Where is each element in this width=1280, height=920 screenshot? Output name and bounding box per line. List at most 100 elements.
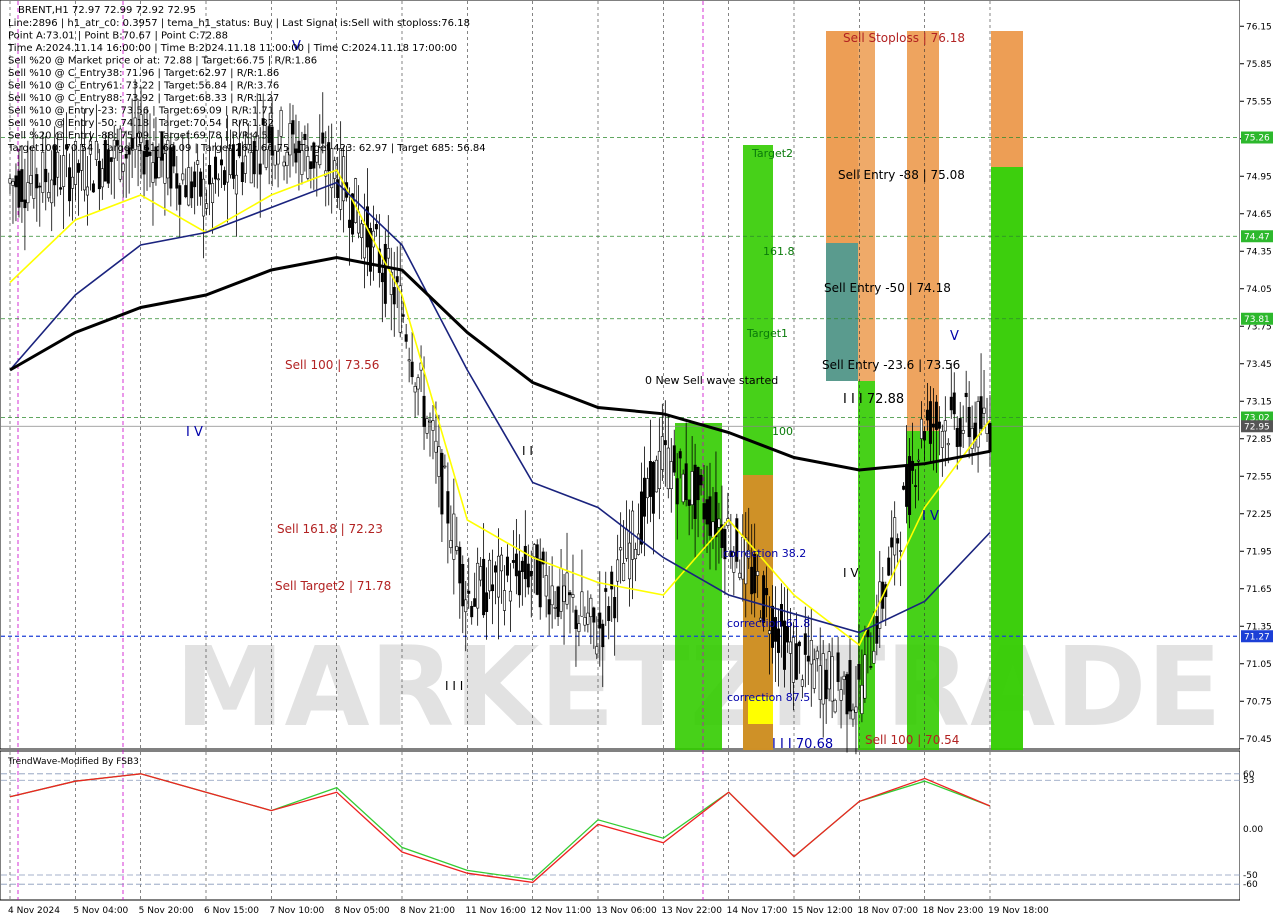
price-tick-label: 72.55: [1246, 472, 1272, 482]
info-line: Sell %20 @ Entry -88: 75.09 | Target:69.…: [8, 131, 274, 142]
price-tick-label: 72.25: [1246, 510, 1272, 520]
candle-body: [529, 570, 533, 577]
candle-body: [830, 656, 834, 702]
candle-body: [142, 151, 146, 175]
candle-body: [893, 517, 897, 556]
candle-body: [922, 431, 926, 441]
candle-body: [407, 359, 411, 362]
candle-body: [586, 612, 590, 625]
candle-body: [511, 560, 515, 563]
stop-zone-orange-1: [826, 31, 858, 243]
candle-body: [11, 181, 15, 186]
candle-body: [675, 478, 679, 505]
time-axis: 4 Nov 2024 5 Nov 04:00 5 Nov 20:00 6 Nov 15…: [8, 906, 1049, 916]
price-tick-label: 74.65: [1246, 210, 1272, 220]
target-zone-green-4: [991, 167, 1023, 750]
info-line: Sell %10 @ Entry -23: 73.56 | Target:69.…: [8, 106, 274, 117]
label-target1: Target1: [746, 327, 788, 340]
candle-body: [291, 120, 295, 135]
candle-body: [41, 151, 45, 193]
trading-chart[interactable]: MARKETZITRADE Sell Stoploss | 76.18 Sell…: [0, 0, 1280, 920]
candle-body: [178, 185, 182, 205]
candle-body: [306, 156, 310, 179]
candle-body: [696, 467, 700, 501]
candle-body: [899, 550, 903, 552]
candle-body: [517, 570, 521, 596]
candle-body: [526, 563, 530, 588]
candle-body: [62, 155, 66, 187]
candle-body: [431, 420, 435, 431]
candle-body: [821, 653, 825, 705]
candle-body: [181, 173, 185, 181]
candle-body: [967, 406, 971, 437]
candle-body: [875, 616, 879, 644]
candle-body: [756, 571, 760, 576]
label-fib-100: 100: [772, 425, 793, 438]
candle-body: [827, 651, 831, 690]
candle-body: [714, 492, 718, 538]
candle-body: [464, 599, 468, 613]
candle-body: [777, 628, 781, 653]
price-tick-label: 74.05: [1246, 285, 1272, 295]
candle-body: [592, 607, 596, 623]
candle-body: [479, 566, 483, 581]
candle-body: [952, 392, 956, 415]
candle-body: [211, 183, 215, 204]
info-line: Sell %10 @ C_Entry61: 73.22 | Target:56.…: [8, 81, 279, 92]
candle-body: [872, 650, 876, 664]
price-tick-label: 73.15: [1246, 397, 1272, 407]
candle-body: [505, 556, 509, 576]
candle-body: [193, 171, 197, 188]
candle-body: [634, 549, 638, 560]
candle-body: [645, 478, 649, 499]
time-label: 12 Nov 11:00: [531, 906, 592, 916]
candle-body: [854, 706, 858, 713]
price-tick-label: 72.85: [1246, 435, 1272, 445]
candle-body: [404, 334, 408, 342]
candle-body: [374, 224, 378, 230]
candle-body: [47, 192, 51, 199]
candle-body: [660, 436, 664, 470]
price-tick-label: 70.45: [1246, 735, 1272, 745]
candle-body: [467, 590, 471, 594]
candle-body: [124, 154, 128, 159]
label-point-b: I I I 70.68: [772, 737, 833, 752]
candle-body: [184, 185, 188, 198]
oscillator-title: TrendWave-Modified By FSB3: [7, 757, 139, 767]
candle-body: [279, 110, 283, 137]
candle-body: [258, 163, 262, 175]
candle-body: [616, 559, 620, 582]
candle-body: [449, 540, 453, 548]
candle-body: [106, 149, 110, 184]
candle-body: [833, 699, 837, 713]
candle-body: [476, 562, 480, 609]
candle-body: [535, 544, 539, 595]
candle-body: [556, 586, 560, 617]
price-tag-label: 75.26: [1244, 134, 1270, 144]
candle-body: [657, 450, 661, 490]
price-tick-label: 70.75: [1246, 697, 1272, 707]
info-line: Sell %10 @ C_Entry38: 71.96 | Target:62.…: [8, 68, 279, 79]
label-target2: Target2: [751, 147, 793, 160]
candle-body: [595, 646, 599, 655]
candle-body: [163, 153, 167, 184]
candle-body: [931, 423, 935, 428]
candle-body: [869, 666, 873, 668]
candle-body: [648, 461, 652, 497]
candle-body: [681, 473, 685, 503]
candle-body: [669, 461, 673, 490]
candle-body: [205, 203, 209, 209]
price-tick-label: 74.35: [1246, 247, 1272, 257]
time-label: 8 Nov 21:00: [400, 906, 455, 916]
candle-body: [580, 591, 584, 617]
label-wave-ii-right: I I: [522, 444, 533, 458]
candle-body: [961, 430, 965, 434]
candle-body: [157, 156, 161, 179]
candle-body: [803, 633, 807, 655]
candle-body: [955, 427, 959, 447]
candle-body: [842, 675, 846, 680]
candle-body: [514, 553, 518, 577]
candle-body: [44, 168, 48, 183]
candle-body: [35, 174, 39, 189]
time-label: 19 Nov 18:00: [988, 906, 1049, 916]
